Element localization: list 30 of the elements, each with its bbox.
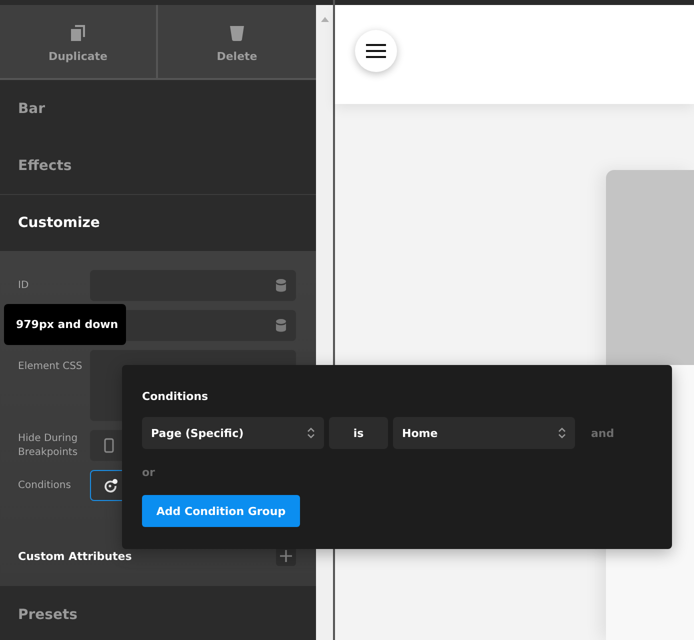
copy-icon [71, 24, 85, 40]
conditions-icon [104, 478, 118, 492]
menu-button[interactable] [355, 30, 397, 72]
input-field[interactable] [90, 270, 296, 301]
subject-select[interactable]: Page (Specific) [142, 417, 324, 449]
section-header[interactable]: Presets [0, 586, 316, 640]
operator-select[interactable]: is [329, 417, 388, 449]
field-label: Hide During Breakpoints [18, 432, 79, 460]
and-label: and [591, 426, 614, 440]
field-label: ID [18, 278, 30, 292]
or-label: or [142, 466, 156, 479]
section-subtitle: Custom Attributes [18, 550, 132, 562]
database-icon [276, 279, 286, 292]
plus-icon [280, 550, 292, 562]
toolbar-button[interactable]: Duplicate [0, 5, 156, 78]
section-header[interactable]: Bar [0, 80, 316, 137]
popover-title: Conditions [142, 390, 210, 403]
add-condition-group-button[interactable]: Add Condition Group [142, 495, 300, 527]
value-select[interactable]: Home [393, 417, 575, 449]
section-header[interactable]: Effects [0, 137, 316, 194]
trash-icon [229, 24, 245, 40]
tooltip: 979px and down [4, 304, 126, 345]
field-label: Conditions [18, 478, 72, 492]
database-icon [276, 319, 286, 332]
phone-icon [104, 438, 114, 453]
chevron-icon [558, 427, 566, 439]
menu-icon [366, 44, 386, 58]
chevron-icon [307, 427, 315, 439]
field-label: Element CSS [18, 360, 84, 374]
toolbar-button[interactable]: Delete [158, 5, 316, 78]
